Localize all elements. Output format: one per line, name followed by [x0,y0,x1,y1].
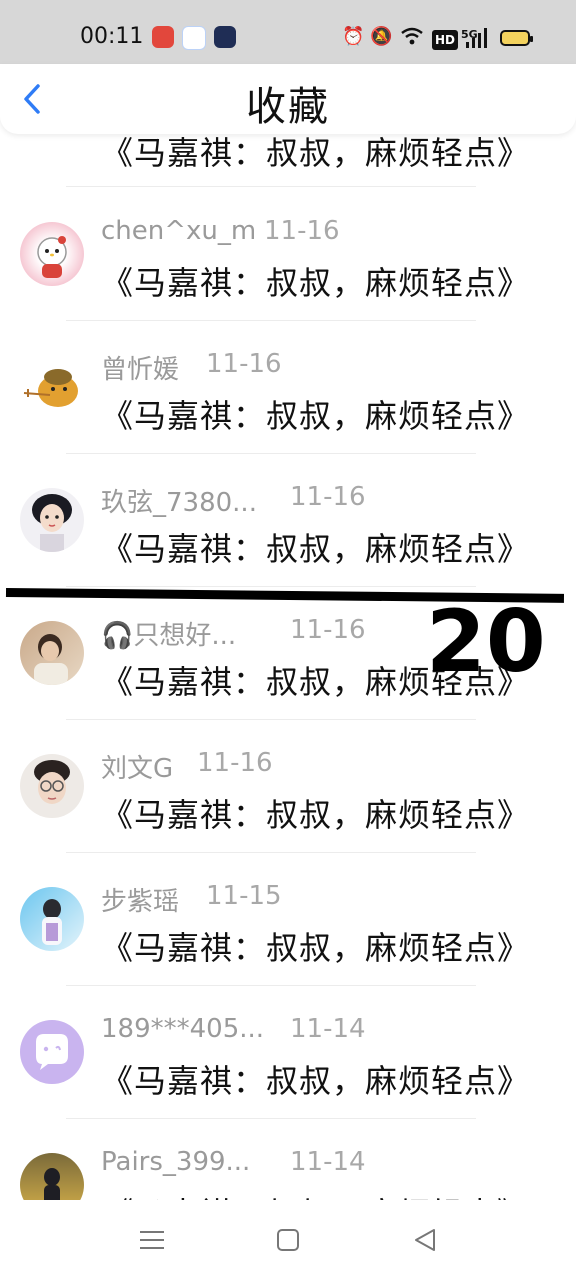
avatar [20,1153,84,1200]
alarm-icon: ⏰ [342,26,365,47]
item-date: 11-16 [206,349,282,379]
item-date: 11-16 [290,615,366,645]
author-name[interactable]: 步紫瑶 [101,881,179,918]
menu-icon[interactable] [136,1224,168,1256]
item-content: 《马嘉祺：叔叔，麻烦轻点》 [101,1189,530,1200]
item-content: 《马嘉祺：叔叔，麻烦轻点》 [101,530,531,568]
hd-badge: HD [432,30,459,50]
page-title: 收藏 [246,84,330,130]
divider [66,1118,476,1119]
item-date: 11-14 [290,1147,366,1177]
avatar [20,488,84,552]
author-name[interactable]: 玖弦_7380... [101,482,257,519]
item-content: 《马嘉祺：叔叔，麻烦轻点》 [101,796,531,834]
list-item[interactable]: 189***405... 11-14 《马嘉祺：叔叔，麻烦轻点》 [0,1002,576,1135]
avatar [20,887,84,951]
item-date: 11-15 [206,881,282,911]
battery-icon [500,30,533,46]
item-date: 11-16 [264,216,340,246]
list-item[interactable]: Pairs_399... 11-14 《马嘉祺：叔叔，麻烦轻点》 [0,1135,576,1200]
mute-icon: 🔕 [370,26,393,47]
app-notification-icon [214,26,236,48]
home-icon[interactable] [272,1224,304,1256]
author-name[interactable]: 🎧只想好... [101,615,236,652]
avatar [20,621,84,685]
divider [66,985,476,986]
divider [66,586,476,587]
item-date: 11-16 [197,748,273,778]
item-date: 11-14 [290,1014,366,1044]
avatar [20,1020,84,1084]
author-name[interactable]: chen^xu_m [101,216,256,246]
app-notification-icon [152,26,174,48]
divider [66,852,476,853]
status-bar: 00:11 ⏰ 🔕 HD 5G [0,0,576,64]
item-content: 《马嘉祺：叔叔，麻烦轻点》 [101,1062,531,1100]
list-item[interactable]: 步紫瑶 11-15 《马嘉祺：叔叔，麻烦轻点》 [0,869,576,1002]
item-content: 《马嘉祺：叔叔，麻烦轻点》 [101,264,531,302]
avatar [20,222,84,286]
list-item[interactable]: 玖弦_7380... 11-16 《马嘉祺：叔叔，麻烦轻点》 [0,470,576,603]
divider [66,719,476,720]
avatar [20,754,84,818]
item-content: 《马嘉祺：叔叔，麻烦轻点》 [101,929,531,967]
list-item[interactable]: 刘文G 11-16 《马嘉祺：叔叔，麻烦轻点》 [0,736,576,869]
author-name[interactable]: Pairs_399... [101,1147,250,1177]
list-item[interactable]: chen^xu_m 11-16 《马嘉祺：叔叔，麻烦轻点》 [0,204,576,337]
signal-icon [466,28,488,52]
status-time: 00:11 [80,24,144,49]
item-content: 《马嘉祺：叔叔，麻烦轻点》 [101,397,531,435]
back-nav-icon[interactable] [408,1224,440,1256]
divider [66,453,476,454]
author-name[interactable]: 189***405... [101,1014,264,1044]
avatar [20,355,84,419]
list-item[interactable]: 曾忻媛 11-16 《马嘉祺：叔叔，麻烦轻点》 [0,337,576,470]
divider [66,320,476,321]
author-name[interactable]: 曾忻媛 [101,349,179,386]
system-nav-bar [0,1200,576,1280]
author-name[interactable]: 刘文G [101,748,173,785]
marker-number: 20 [426,592,546,692]
item-content: 《马嘉祺：叔叔，麻烦轻点》 [101,134,531,172]
nav-header: 收藏 [0,64,576,134]
baidu-notification-icon [182,26,206,50]
divider [66,186,476,187]
item-date: 11-16 [290,482,366,512]
wifi-icon [400,26,424,50]
